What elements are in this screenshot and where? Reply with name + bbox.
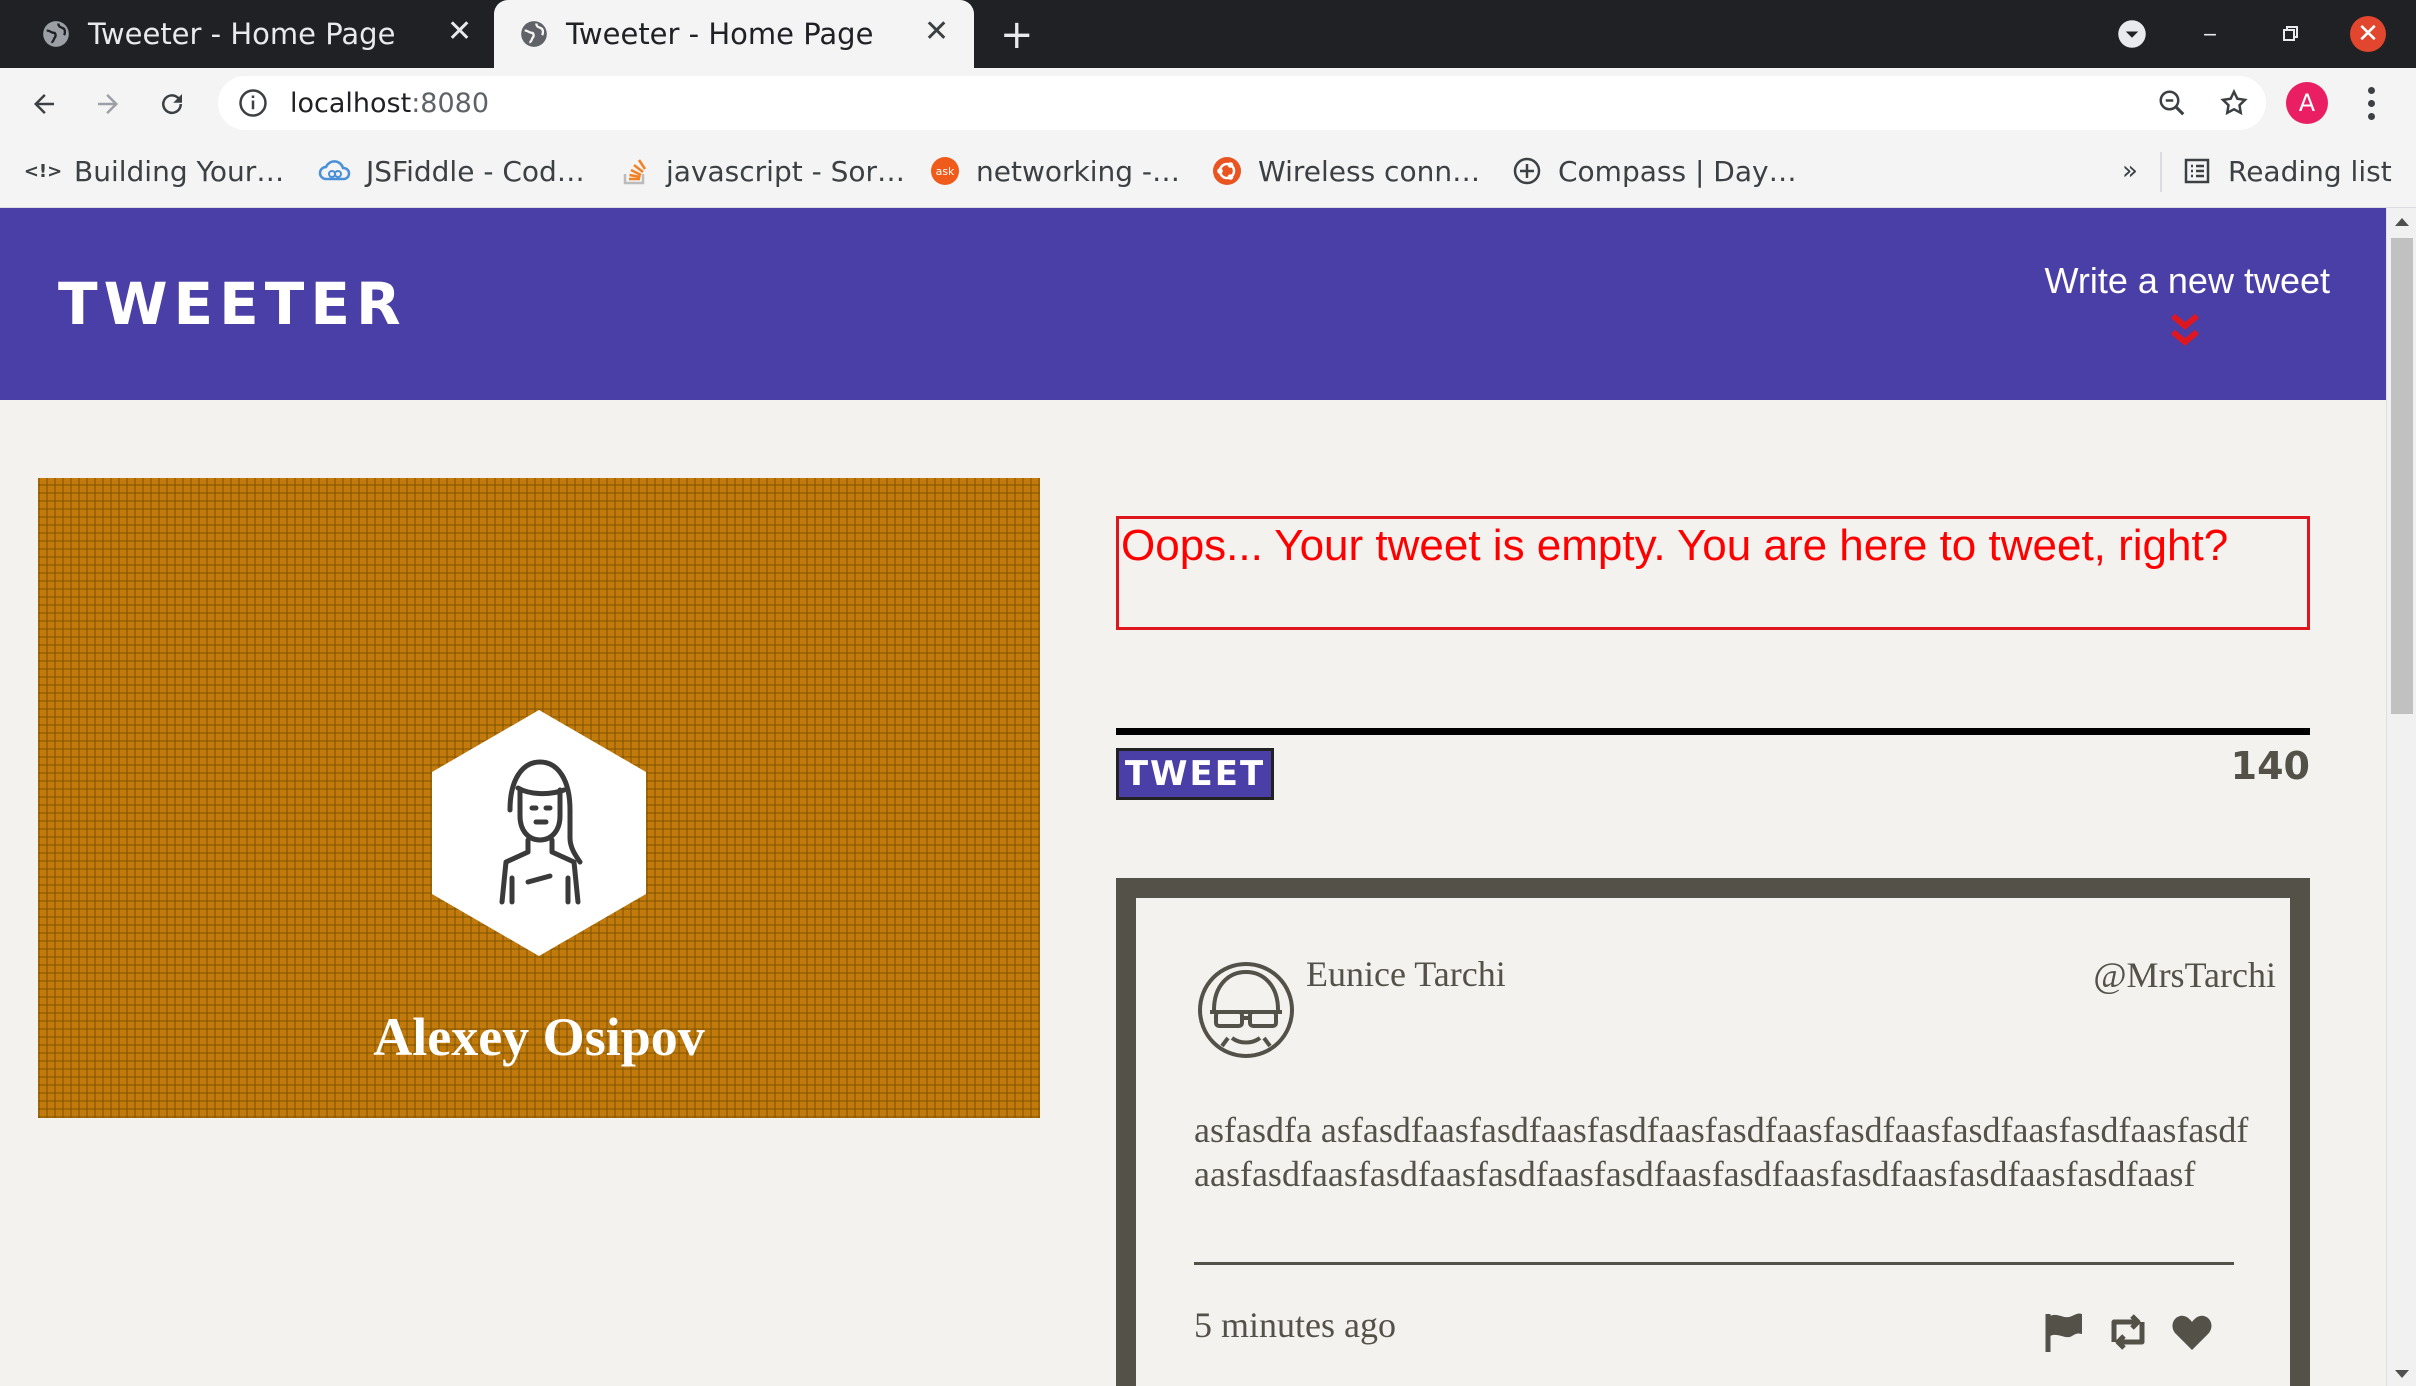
plus-icon[interactable]: + (1000, 12, 1034, 58)
bookmark-item[interactable]: <!> Building Your… (23, 138, 285, 204)
code-icon: <!> (23, 160, 63, 182)
cloud-icon (318, 154, 352, 188)
reload-icon[interactable] (152, 84, 192, 124)
browser-menu-icon[interactable] (2356, 82, 2386, 124)
tab-search-icon[interactable] (2114, 16, 2150, 52)
user-avatar-icon (1198, 962, 1294, 1058)
scrollbar-thumb[interactable] (2391, 238, 2413, 714)
page-viewport: Tweeter Write a new tweet Alexey Osipov … (0, 208, 2416, 1386)
reading-list-label: Reading list (2228, 154, 2392, 188)
bookmarks-separator (2160, 152, 2162, 192)
scroll-down-arrow-icon[interactable] (2395, 1370, 2409, 1378)
page-scrollbar[interactable] (2386, 208, 2416, 1386)
retweet-icon[interactable] (2106, 1310, 2150, 1354)
url-port: :8080 (411, 87, 490, 119)
maximize-icon[interactable] (2272, 16, 2308, 52)
tweet-author-handle: @MrsTarchi (2093, 955, 2276, 995)
bookmark-item[interactable]: javascript - Sor… (618, 138, 905, 204)
bookmark-item[interactable]: ask networking -… (928, 138, 1180, 204)
globe-icon (43, 21, 69, 47)
bookmark-item[interactable]: JSFiddle - Cod… (318, 138, 585, 204)
scroll-up-arrow-icon[interactable] (2395, 218, 2409, 226)
tab-title: Tweeter - Home Page (88, 17, 396, 51)
character-counter: 140 (2230, 744, 2310, 788)
tweet-timestamp: 5 minutes ago (1194, 1305, 1396, 1345)
site-logo: Tweeter (58, 270, 407, 338)
tweet-submit-button[interactable]: Tweet (1116, 748, 1274, 800)
compass-icon (1510, 154, 1544, 188)
ubuntu-icon (1210, 154, 1244, 188)
bookmark-item[interactable]: Compass | Day… (1510, 138, 1797, 204)
askubuntu-icon: ask (928, 154, 962, 188)
tweet-error-message: Oops... Your tweet is empty. You are her… (1116, 516, 2310, 630)
bookmark-label: Wireless conn… (1258, 154, 1481, 188)
bookmark-label: javascript - Sor… (666, 154, 906, 188)
profile-card: Alexey Osipov (38, 478, 1040, 1118)
url-host: localhost (290, 87, 412, 119)
tweet-card: Eunice Tarchi @MrsTarchi asfasdfa asfasd… (1116, 878, 2310, 1386)
profile-avatar[interactable]: A (2286, 82, 2328, 124)
back-arrow-icon[interactable] (24, 84, 64, 124)
tweet-divider (1194, 1262, 2234, 1265)
tweet-author-name: Eunice Tarchi (1306, 954, 1506, 994)
globe-icon (521, 21, 547, 47)
tab-inactive[interactable]: Tweeter - Home Page ✕ (0, 0, 492, 68)
forward-arrow-icon[interactable] (88, 84, 128, 124)
bookmark-label: Building Your… (74, 154, 285, 188)
svg-text:ask: ask (936, 165, 955, 178)
double-chevron-down-icon[interactable] (2170, 312, 2200, 348)
tab-close-icon[interactable]: ✕ (924, 17, 949, 47)
tab-active[interactable]: Tweeter - Home Page ✕ (494, 0, 974, 68)
site-info-icon[interactable] (238, 88, 268, 118)
flag-icon[interactable] (2042, 1310, 2086, 1354)
bookmarks-bar: <!> Building Your… JSFiddle - Cod… javas… (0, 138, 2416, 208)
site-header: Tweeter Write a new tweet (0, 208, 2386, 400)
bookmark-label: networking -… (976, 154, 1181, 188)
tab-title: Tweeter - Home Page (566, 17, 874, 51)
compose-textarea-underline[interactable] (1116, 728, 2310, 735)
browser-tabstrip: Tweeter - Home Page ✕ Tweeter - Home Pag… (0, 0, 2416, 68)
profile-avatar-hexagon (432, 710, 646, 956)
browser-toolbar: localhost:8080 A (0, 68, 2416, 138)
bookmark-star-icon[interactable] (2214, 83, 2254, 123)
minimize-icon[interactable]: ‒ (2192, 16, 2228, 52)
tab-close-icon[interactable]: ✕ (447, 17, 472, 47)
bookmark-label: JSFiddle - Cod… (366, 154, 585, 188)
window-close-icon[interactable]: ✕ (2350, 16, 2386, 52)
bookmark-item[interactable]: Wireless conn… (1210, 138, 1480, 204)
write-new-tweet-link[interactable]: Write a new tweet (2030, 260, 2330, 302)
reading-list-button[interactable]: Reading list (2180, 138, 2392, 204)
zoom-icon[interactable] (2152, 83, 2192, 123)
bookmark-label: Compass | Day… (1558, 154, 1797, 188)
more-bookmarks-button[interactable]: » (2122, 138, 2138, 204)
heart-icon[interactable] (2170, 1310, 2214, 1354)
reading-list-icon (2180, 154, 2214, 188)
profile-name: Alexey Osipov (373, 1007, 705, 1067)
stackoverflow-icon (618, 154, 652, 188)
address-bar[interactable]: localhost:8080 (218, 76, 2266, 130)
tweet-content: asfasdfa asfasdfaasfasdfaasfasdfaasfasdf… (1194, 1110, 2249, 1194)
